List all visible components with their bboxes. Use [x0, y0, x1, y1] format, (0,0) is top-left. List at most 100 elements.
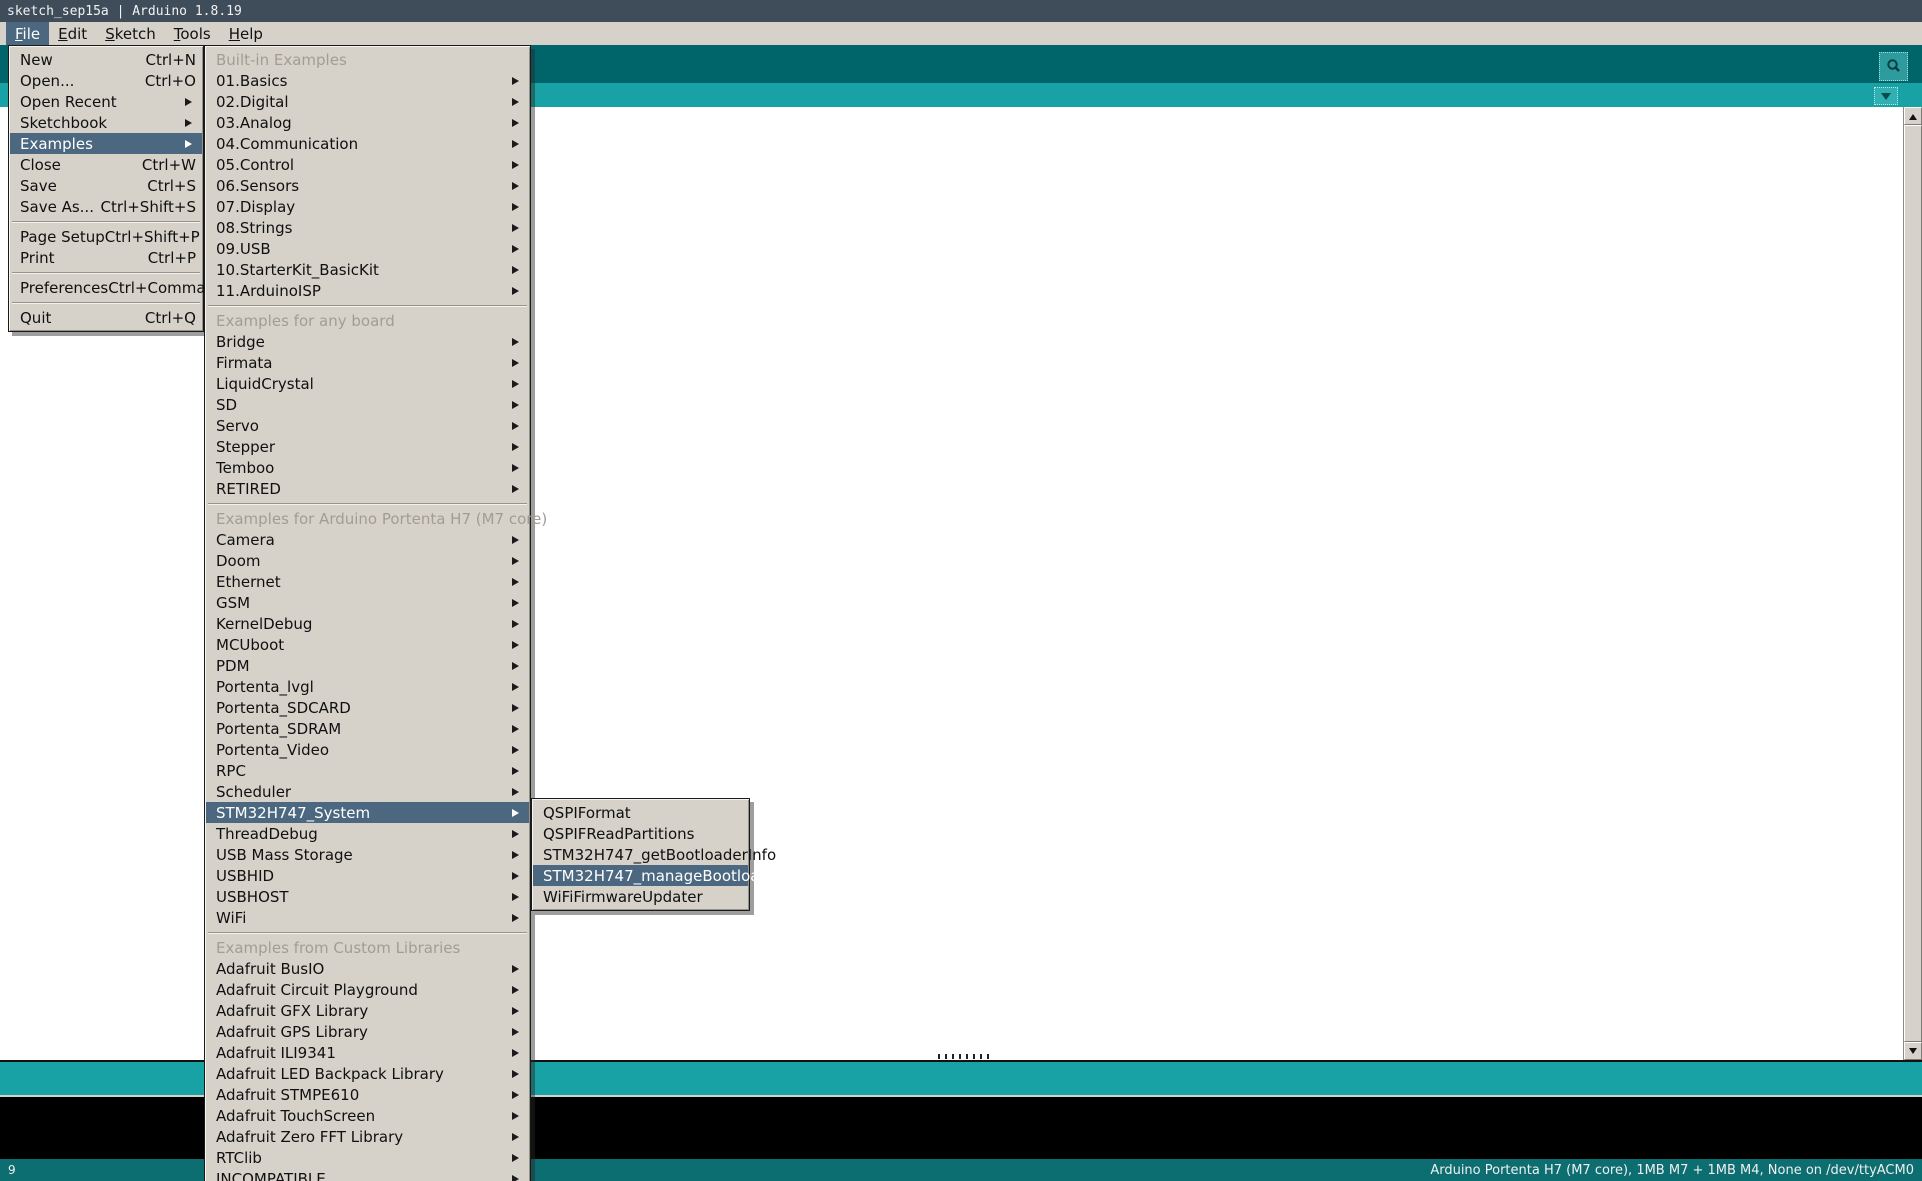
serial-monitor-button[interactable]	[1879, 52, 1908, 81]
menu-item[interactable]: 03.Analog	[206, 112, 529, 133]
menu-item[interactable]: STM32H747_getBootloaderInfo	[533, 844, 748, 865]
menu-item[interactable]: USBHOST	[206, 886, 529, 907]
menu-item-label: Adafruit Circuit Playground	[216, 981, 418, 999]
menu-item[interactable]: 02.Digital	[206, 91, 529, 112]
menu-item[interactable]: Scheduler	[206, 781, 529, 802]
submenu-arrow-icon	[512, 788, 523, 796]
menu-item[interactable]	[206, 301, 529, 310]
menu-item[interactable]: Adafruit STMPE610	[206, 1084, 529, 1105]
menu-item[interactable]: 07.Display	[206, 196, 529, 217]
menu-item-label: SD	[216, 396, 237, 414]
menu-item[interactable]: STM32H747_manageBootloader	[533, 865, 748, 886]
tab-menu-button[interactable]	[1874, 87, 1898, 105]
menu-item[interactable]: Print Ctrl+P	[10, 247, 202, 268]
submenu-arrow-icon	[185, 140, 196, 148]
window-titlebar[interactable]: sketch_sep15a | Arduino 1.8.19	[0, 0, 1922, 22]
editor-scrollbar[interactable]	[1903, 107, 1922, 1060]
menu-item[interactable]: Portenta_SDCARD	[206, 697, 529, 718]
menu-item[interactable]: Camera	[206, 529, 529, 550]
menu-item[interactable]: SD	[206, 394, 529, 415]
menu-item[interactable]: 10.StarterKit_BasicKit	[206, 259, 529, 280]
menu-item[interactable]: 04.Communication	[206, 133, 529, 154]
menu-item[interactable]: Adafruit GFX Library	[206, 1000, 529, 1021]
menu-item[interactable]: RTClib	[206, 1147, 529, 1168]
menu-item[interactable]: Preferences Ctrl+Comma	[10, 277, 202, 298]
menubar-item[interactable]: File	[6, 22, 49, 45]
menu-item[interactable]: INCOMPATIBLE	[206, 1168, 529, 1181]
menu-item[interactable]: Page Setup Ctrl+Shift+P	[10, 226, 202, 247]
menu-item[interactable]: Bridge	[206, 331, 529, 352]
menu-item[interactable]	[10, 268, 202, 277]
menu-item[interactable]: RETIRED	[206, 478, 529, 499]
scroll-up-button[interactable]	[1904, 107, 1922, 125]
menu-item[interactable]	[10, 217, 202, 226]
menubar-item[interactable]: Sketch	[96, 22, 165, 45]
scroll-down-button[interactable]	[1904, 1042, 1922, 1060]
submenu-arrow-icon	[512, 1007, 523, 1015]
menu-item[interactable]: Firmata	[206, 352, 529, 373]
menu-item[interactable]: MCUboot	[206, 634, 529, 655]
menu-item[interactable]: Temboo	[206, 457, 529, 478]
menu-item[interactable]: PDM	[206, 655, 529, 676]
menu-item[interactable]: Open... Ctrl+O	[10, 70, 202, 91]
menu-item[interactable]: Close Ctrl+W	[10, 154, 202, 175]
menu-item[interactable]: Examples from Custom Libraries	[206, 937, 529, 958]
scrollbar-thumb[interactable]	[1904, 125, 1922, 1042]
menu-item[interactable]: Doom	[206, 550, 529, 571]
menu-item[interactable]: KernelDebug	[206, 613, 529, 634]
menu-item[interactable]: Save Ctrl+S	[10, 175, 202, 196]
menu-item[interactable]: 09.USB	[206, 238, 529, 259]
menu-item[interactable]: 11.ArduinoISP	[206, 280, 529, 301]
menu-item[interactable]: New Ctrl+N	[10, 49, 202, 70]
menu-item[interactable]: Portenta_Video	[206, 739, 529, 760]
menu-item[interactable]: Adafruit Circuit Playground	[206, 979, 529, 1000]
menu-item[interactable]: WiFi	[206, 907, 529, 928]
menu-item-label: Adafruit Zero FFT Library	[216, 1128, 403, 1146]
menu-item[interactable]: QSPIFormat	[533, 802, 748, 823]
menu-item[interactable]	[206, 499, 529, 508]
menu-item[interactable]: USB Mass Storage	[206, 844, 529, 865]
menu-item[interactable]: GSM	[206, 592, 529, 613]
menu-item[interactable]: 08.Strings	[206, 217, 529, 238]
menu-item[interactable]: Stepper	[206, 436, 529, 457]
menu-item[interactable]: WiFiFirmwareUpdater	[533, 886, 748, 907]
menu-item[interactable]: Save As... Ctrl+Shift+S	[10, 196, 202, 217]
menu-item[interactable]: 05.Control	[206, 154, 529, 175]
menu-item[interactable]: USBHID	[206, 865, 529, 886]
menu-item[interactable]: Adafruit Zero FFT Library	[206, 1126, 529, 1147]
menu-item[interactable]: Portenta_SDRAM	[206, 718, 529, 739]
menu-item[interactable]: Quit Ctrl+Q	[10, 307, 202, 328]
menu-item[interactable]: Servo	[206, 415, 529, 436]
menu-item[interactable]: 06.Sensors	[206, 175, 529, 196]
menu-item-label: Examples	[20, 135, 93, 153]
menubar-item[interactable]: Tools	[165, 22, 220, 45]
chevron-down-icon	[1881, 93, 1891, 105]
menu-item[interactable]: Adafruit BusIO	[206, 958, 529, 979]
menu-item[interactable]: Sketchbook	[10, 112, 202, 133]
menu-item[interactable]: ThreadDebug	[206, 823, 529, 844]
menu-item[interactable]	[206, 928, 529, 937]
menubar-item[interactable]: Edit	[49, 22, 96, 45]
menu-item[interactable]: LiquidCrystal	[206, 373, 529, 394]
menu-item[interactable]: Adafruit ILI9341	[206, 1042, 529, 1063]
menu-item[interactable]: QSPIFReadPartitions	[533, 823, 748, 844]
menu-item[interactable]	[10, 298, 202, 307]
menu-item[interactable]: STM32H747_System	[206, 802, 529, 823]
menu-item[interactable]: Built-in Examples	[206, 49, 529, 70]
menu-item[interactable]: Adafruit TouchScreen	[206, 1105, 529, 1126]
menu-item[interactable]: Portenta_lvgl	[206, 676, 529, 697]
menu-item[interactable]: Adafruit LED Backpack Library	[206, 1063, 529, 1084]
menu-item[interactable]: 01.Basics	[206, 70, 529, 91]
menu-item[interactable]: Examples	[10, 133, 202, 154]
console-resize-grip[interactable]	[938, 1054, 990, 1059]
menu-item[interactable]: Adafruit GPS Library	[206, 1021, 529, 1042]
menu-item[interactable]: Examples for any board	[206, 310, 529, 331]
menu-item[interactable]: RPC	[206, 760, 529, 781]
menu-item[interactable]: Ethernet	[206, 571, 529, 592]
menu-item-label: 04.Communication	[216, 135, 358, 153]
menu-item[interactable]: Examples for Arduino Portenta H7 (M7 cor…	[206, 508, 529, 529]
menu-item-label: KernelDebug	[216, 615, 312, 633]
menubar-item[interactable]: Help	[220, 22, 272, 45]
menu-item[interactable]: Open Recent	[10, 91, 202, 112]
submenu-arrow-icon	[512, 557, 523, 565]
